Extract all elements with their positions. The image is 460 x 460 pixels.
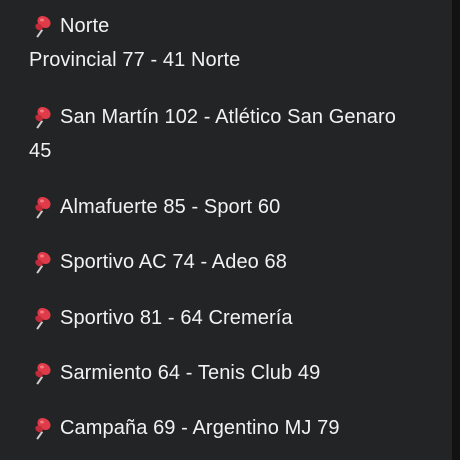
message-text-continued: 45 xyxy=(29,140,52,162)
result-message: Campaña 69 - Argentino MJ 79 xyxy=(29,411,439,445)
message-text: Almafuerte 85 - Sport 60 xyxy=(60,196,281,218)
message-text: Sportivo AC 74 - Adeo 68 xyxy=(60,251,287,273)
message-heading: Norte xyxy=(60,15,110,37)
message-line: San Martín 102 - Atlético San Genaro xyxy=(29,100,439,134)
chat-message-screen: Norte Provincial 77 - 41 Norte San Martí… xyxy=(0,0,460,460)
message-line: Sportivo AC 74 - Adeo 68 xyxy=(29,245,439,279)
result-message: San Martín 102 - Atlético San Genaro 45 xyxy=(29,100,439,168)
result-message: Sportivo AC 74 - Adeo 68 xyxy=(29,245,439,279)
message-text: Sarmiento 64 - Tenis Club 49 xyxy=(60,362,321,384)
result-message: Sportivo 81 - 64 Cremería xyxy=(29,301,439,335)
result-message: Almafuerte 85 - Sport 60 xyxy=(29,190,439,224)
message-line: Almafuerte 85 - Sport 60 xyxy=(29,190,439,224)
message-text: Provincial 77 - 41 Norte xyxy=(29,49,241,71)
pushpin-icon xyxy=(29,249,52,275)
pushpin-icon xyxy=(29,104,52,130)
pushpin-icon xyxy=(29,360,52,386)
pushpin-icon xyxy=(29,305,52,331)
result-message: Sarmiento 64 - Tenis Club 49 xyxy=(29,356,439,390)
message-line: Sarmiento 64 - Tenis Club 49 xyxy=(29,356,439,390)
message-line: Norte xyxy=(29,9,439,43)
pushpin-icon xyxy=(29,194,52,220)
message-text: San Martín 102 - Atlético San Genaro xyxy=(60,106,397,128)
pushpin-icon xyxy=(29,415,52,441)
pushpin-icon xyxy=(29,13,52,39)
message-line: Campaña 69 - Argentino MJ 79 xyxy=(29,411,439,445)
right-edge-bar xyxy=(452,0,460,460)
message-text: Campaña 69 - Argentino MJ 79 xyxy=(60,417,340,439)
result-message: Norte Provincial 77 - 41 Norte xyxy=(29,9,439,77)
message-line: Sportivo 81 - 64 Cremería xyxy=(29,301,439,335)
message-text: Sportivo 81 - 64 Cremería xyxy=(60,307,293,329)
